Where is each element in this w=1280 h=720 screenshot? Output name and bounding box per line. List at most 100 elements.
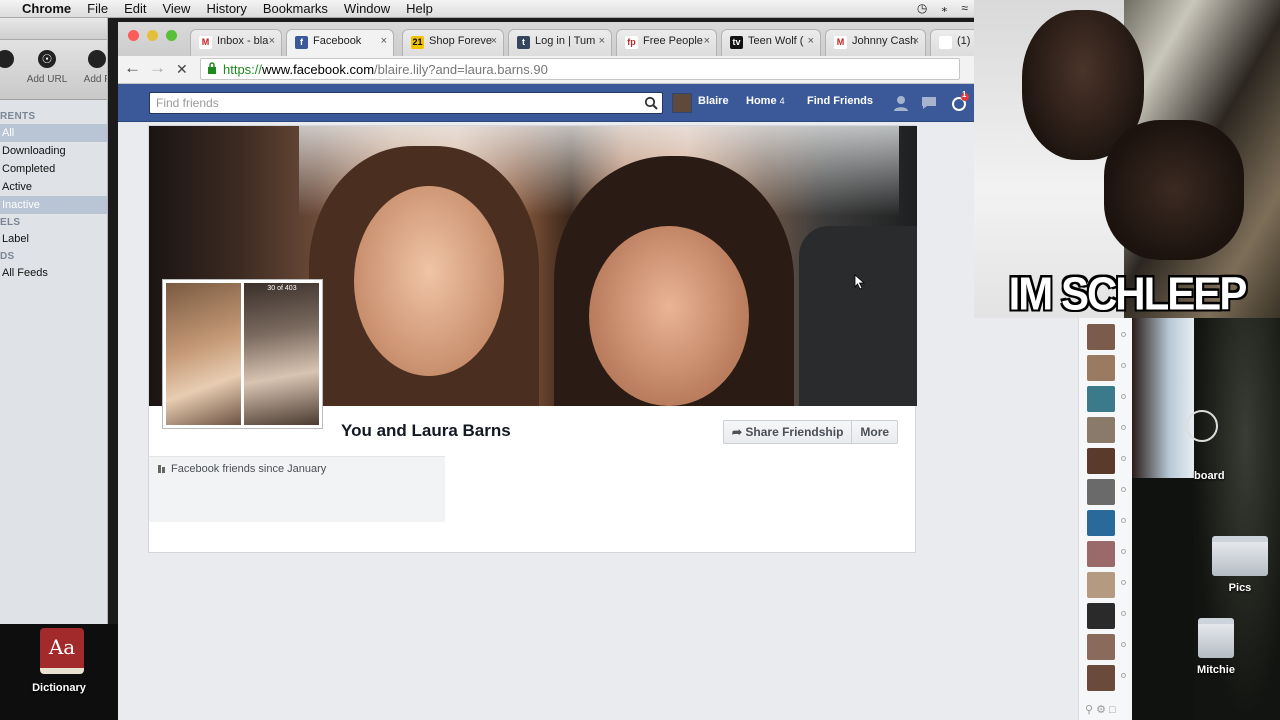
chat-contact-avatar[interactable] [1087, 448, 1115, 474]
back-arrow-icon[interactable]: ← [124, 58, 141, 78]
zoom-window-icon[interactable] [166, 30, 177, 41]
nav-find-friends-link[interactable]: Find Friends [807, 95, 873, 107]
chat-status-icon [1121, 642, 1126, 647]
url-scheme: https:// [223, 62, 263, 77]
stop-loading-icon[interactable]: ✕ [176, 61, 188, 78]
nav-home-link[interactable]: Home 4 [746, 95, 785, 107]
search-icon[interactable] [644, 96, 658, 110]
folder-icon [1198, 618, 1234, 658]
tab-close-icon[interactable]: × [704, 35, 710, 47]
chat-status-icon [1121, 487, 1126, 492]
lock-icon [208, 62, 216, 74]
browser-tab[interactable]: f Facebook × [286, 29, 394, 57]
menu-chrome[interactable]: Chrome [14, 1, 79, 16]
browser-tab[interactable]: t Log in | Tum × [508, 29, 612, 56]
cover-person-left-face [354, 186, 504, 376]
friends-since-box: Facebook friends since January [149, 456, 445, 522]
chat-status-icon [1121, 456, 1126, 461]
sidebar-item-completed[interactable]: Completed [0, 160, 107, 178]
share-friendship-button[interactable]: ➦ Share Friendship [724, 421, 851, 443]
chat-contact-avatar[interactable] [1087, 355, 1115, 381]
dictionary-desktop-icon[interactable]: Aa Dictionary [0, 624, 118, 720]
find-friends-search-input[interactable]: Find friends [149, 92, 663, 114]
chat-contact-avatar[interactable] [1087, 479, 1115, 505]
minimize-window-icon[interactable] [147, 30, 158, 41]
friendship-actions: ➦ Share Friendship More [723, 420, 899, 444]
chat-search-icon[interactable]: ⚲ ⚙ □ [1085, 703, 1116, 716]
chat-status-icon [1121, 611, 1126, 616]
chrome-window: M Inbox - bla × f Facebook × 21 Shop Foreve × t Lo… [118, 22, 990, 720]
tab-close-icon[interactable]: × [808, 35, 814, 47]
avatar[interactable] [672, 93, 692, 113]
friend-requests-icon[interactable] [892, 94, 910, 112]
chat-contact-avatar[interactable] [1087, 541, 1115, 567]
download-manager-toolbar: ☉ Add URL Add F [0, 40, 107, 100]
profile-picture-laura[interactable]: 30 of 403 [244, 283, 319, 425]
chat-contact-avatar[interactable] [1087, 665, 1115, 691]
menu-file[interactable]: File [79, 1, 116, 16]
menu-history[interactable]: History [198, 1, 254, 16]
sidebar-item-inactive[interactable]: Inactive [0, 196, 107, 214]
sidebar-item-label[interactable]: Label [0, 230, 107, 248]
bluetooth-icon[interactable]: ⁎ [941, 1, 947, 15]
chat-contact-avatar[interactable] [1087, 634, 1115, 660]
chat-contact-avatar[interactable] [1087, 386, 1115, 412]
profile-pictures-pair[interactable]: 30 of 403 [162, 279, 323, 429]
menu-window[interactable]: Window [336, 1, 398, 16]
add-url-button[interactable]: ☉ Add URL [24, 50, 70, 85]
browser-tab[interactable]: fp Free People × [616, 29, 717, 56]
chat-contact-avatar[interactable] [1087, 603, 1115, 629]
more-button[interactable]: More [851, 421, 897, 443]
browser-tab[interactable]: M Johnny Cash × [825, 29, 926, 56]
wifi-icon[interactable]: ≈ [961, 1, 968, 15]
chat-sidebar: ⚲ ⚙ □ [1078, 318, 1132, 720]
download-manager-sidebar: RENTS All Downloading Completed Active I… [0, 100, 107, 624]
menubar-status-icons: ◷ ⁎ ≈ [917, 1, 968, 15]
tab-close-icon[interactable]: × [913, 35, 919, 47]
url-host: www.facebook.com [262, 62, 375, 77]
mitchie-folder-label: Mitchie [1197, 664, 1235, 676]
browser-tab[interactable]: 21 Shop Foreve × [402, 29, 504, 56]
chat-status-icon [1121, 332, 1126, 337]
time-machine-icon[interactable]: ◷ [917, 1, 927, 15]
menu-help[interactable]: Help [398, 1, 441, 16]
profile-picture-blaire[interactable] [166, 283, 241, 425]
tab-favicon-icon: 21 [411, 36, 424, 49]
tab-close-icon[interactable]: × [599, 35, 605, 47]
browser-tab[interactable]: M Inbox - bla × [190, 29, 282, 56]
sidebar-item-active[interactable]: Active [0, 178, 107, 196]
chat-status-icon [1121, 549, 1126, 554]
chat-contact-avatar[interactable] [1087, 510, 1115, 536]
address-bar[interactable]: https://www.facebook.com/blaire.lily?and… [200, 58, 960, 80]
close-window-icon[interactable] [128, 30, 139, 41]
chat-contact-avatar[interactable] [1087, 324, 1115, 350]
add-feed-button[interactable]: Add F [74, 50, 107, 85]
friendship-card: 30 of 403 You and Laura Barns ➦ Share Fr… [148, 125, 917, 553]
forward-arrow-icon[interactable]: → [149, 58, 166, 78]
cover-car-seat [799, 226, 917, 406]
nav-profile-link[interactable]: Blaire [698, 95, 729, 107]
meme-caption: IM SCHLEEP [1008, 267, 1248, 318]
messages-icon[interactable] [920, 94, 938, 112]
menu-edit[interactable]: Edit [116, 1, 154, 16]
sidebar-item-all[interactable]: All [0, 124, 107, 142]
chat-status-icon [1121, 673, 1126, 678]
desktop-item-partial-label[interactable]: board [1194, 470, 1234, 482]
sidebar-item-downloading[interactable]: Downloading [0, 142, 107, 160]
chat-contact-avatar[interactable] [1087, 572, 1115, 598]
tab-favicon-icon: M [834, 36, 847, 49]
sidebar-item-all-feeds[interactable]: All Feeds [0, 264, 107, 282]
tab-close-icon[interactable]: × [269, 35, 275, 47]
chat-contact-avatar[interactable] [1087, 417, 1115, 443]
tab-close-icon[interactable]: × [491, 35, 497, 47]
mitchie-folder[interactable]: Mitchie [1182, 618, 1250, 676]
notifications-globe-icon[interactable] [950, 93, 970, 113]
menu-view[interactable]: View [154, 1, 198, 16]
clock-icon[interactable] [1186, 410, 1218, 442]
chat-status-icon [1121, 394, 1126, 399]
menu-bookmarks[interactable]: Bookmarks [255, 1, 336, 16]
tab-close-icon[interactable]: × [381, 35, 387, 47]
pics-folder[interactable]: Pics [1206, 536, 1274, 594]
browser-tab[interactable]: tv Teen Wolf (× [721, 29, 821, 56]
pics-folder-label: Pics [1228, 582, 1252, 594]
